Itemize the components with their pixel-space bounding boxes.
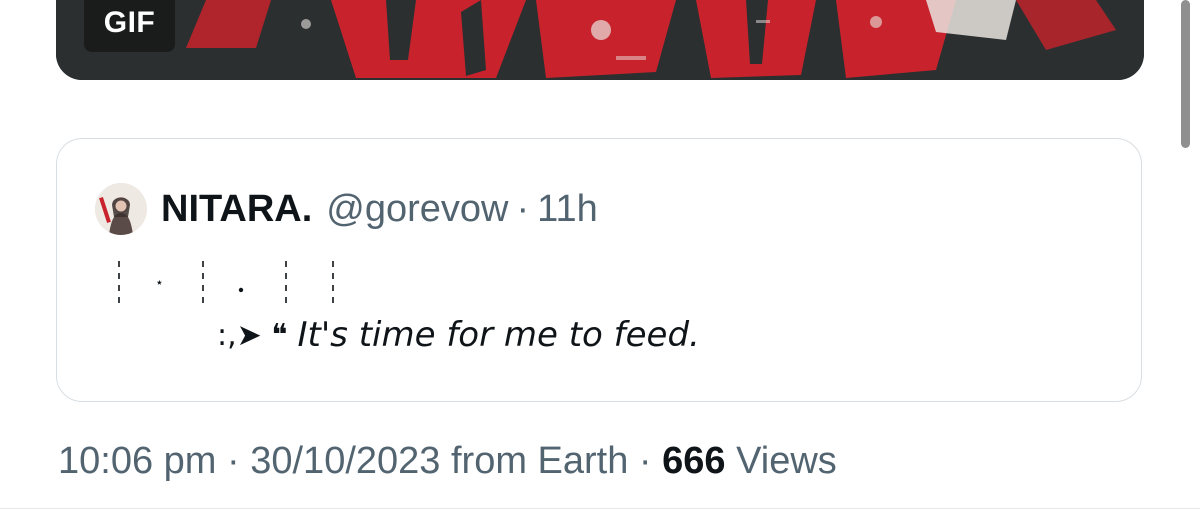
quoted-tweet-card[interactable]: NITARA. @gorevow · 11h ⋆ ┆ ⋆ ┆ . ┆ ┆ :,➤… <box>56 138 1142 402</box>
quoted-tweet-text: It's time for me to feed. <box>297 315 700 355</box>
arrow-decoration: :,➤ ❝ <box>217 317 288 353</box>
views-count[interactable]: 666 <box>662 440 725 482</box>
post-date[interactable]: 30/10/2023 <box>250 440 440 482</box>
divider <box>0 508 1200 509</box>
post-time[interactable]: 11h <box>537 188 598 231</box>
gif-artwork <box>56 0 1144 80</box>
views-label: Views <box>725 440 837 482</box>
scrollbar[interactable] <box>1181 0 1190 148</box>
avatar-image <box>95 183 147 235</box>
user-handle[interactable]: @gorevow <box>326 188 508 231</box>
tweet-meta: 10:06 pm · 30/10/2023 from Earth · 666 V… <box>58 440 837 483</box>
separator-dot: · <box>216 440 251 482</box>
post-source: from Earth <box>440 440 629 482</box>
quoted-tweet-body: :,➤ ❝ It's time for me to feed. <box>217 315 700 355</box>
separator-dot: · <box>628 440 663 482</box>
separator-dot: · <box>516 187 530 230</box>
avatar[interactable] <box>95 183 147 235</box>
gif-badge: GIF <box>84 0 175 52</box>
quoted-tweet-header: NITARA. @gorevow · 11h <box>161 183 598 235</box>
gif-media[interactable] <box>56 0 1144 80</box>
tweet-detail: GIF NITARA. @gorevow · 11h ⋆:,➤ ❝ It's … <box>0 0 1200 516</box>
svg-text:⋆: ⋆ <box>155 275 164 291</box>
display-name[interactable]: NITARA. <box>161 188 312 231</box>
post-timestamp[interactable]: 10:06 pm <box>58 440 216 482</box>
decorative-line: ⋆ <box>118 261 334 303</box>
